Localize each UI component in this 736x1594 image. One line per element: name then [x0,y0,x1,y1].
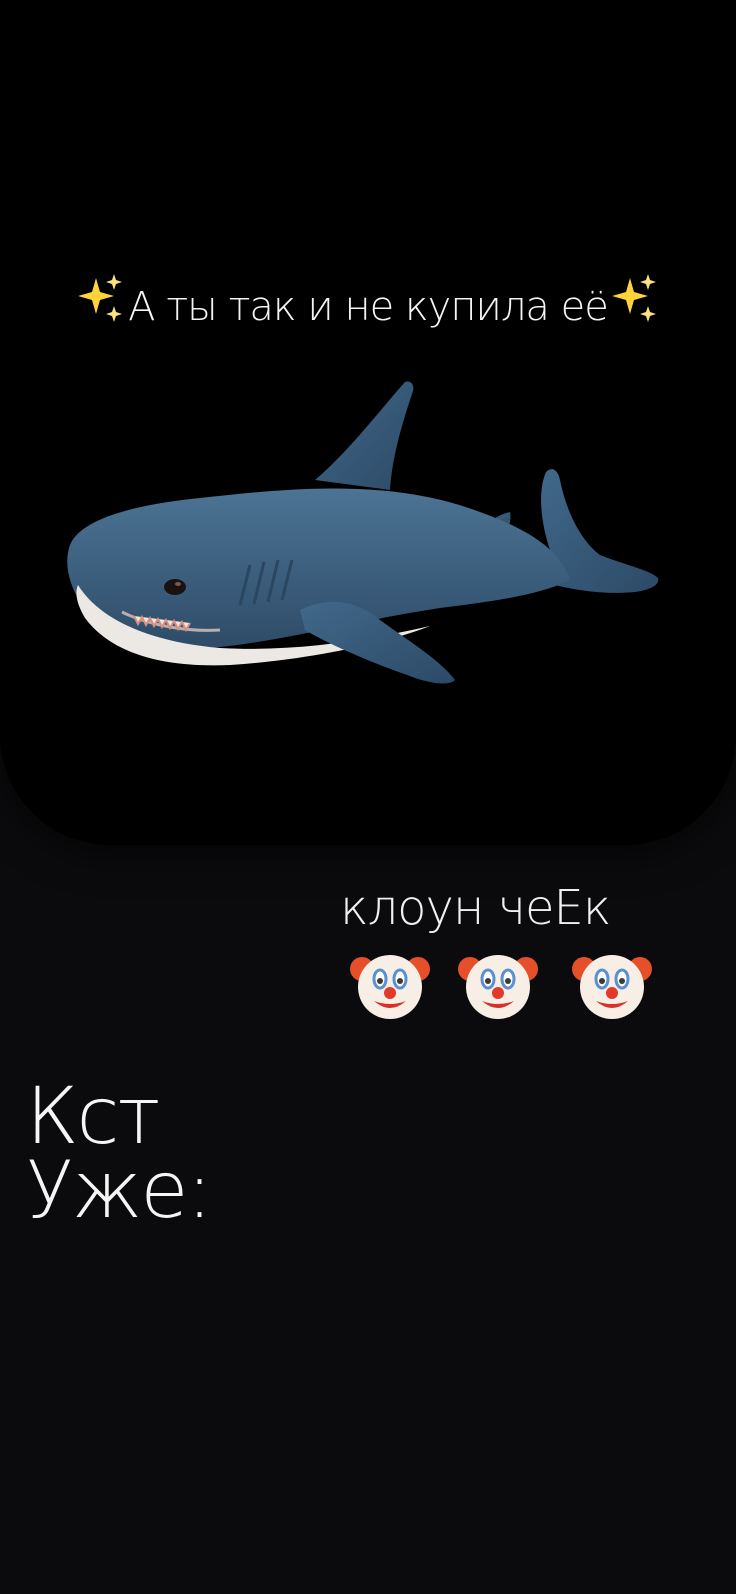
clown-face-icon [572,955,652,1019]
caption-text: А ты так и не купила её [128,284,609,330]
bottom-text-line2: Уже: [26,1146,213,1236]
dorsal-fin [315,381,414,490]
sparkles-icon [78,274,123,322]
clown-emoji-row [350,945,670,1025]
clown-text: клоун чеЕк [340,880,611,936]
bottom-text-block: Кст Уже: [26,1072,213,1236]
sparkles-icon [611,274,656,322]
bottom-text-line1: Кст [26,1072,160,1162]
caption-line: А ты так и не купила её [0,272,736,330]
clown-face-icon [458,955,538,1019]
plush-shark-image [67,381,659,684]
shark-eye [164,579,186,595]
clown-face-icon [350,955,430,1019]
